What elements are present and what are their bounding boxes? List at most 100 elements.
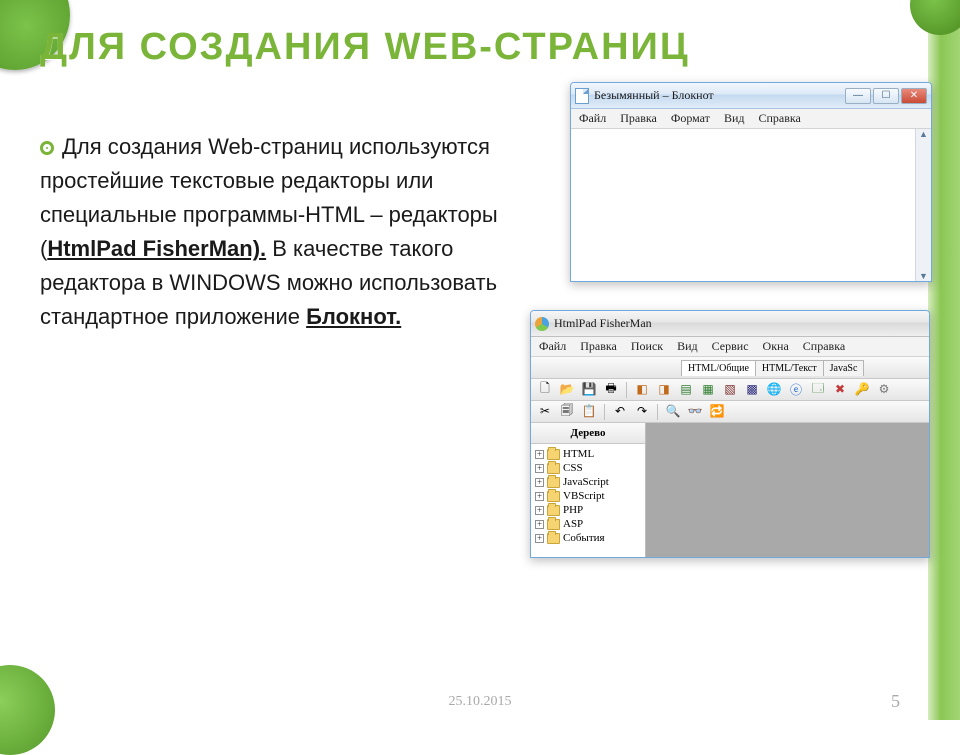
tool-icon[interactable]: ▤ bbox=[676, 381, 696, 399]
tree-label: JavaScript bbox=[563, 476, 609, 488]
tool-icon[interactable]: 🗔 bbox=[808, 381, 828, 399]
expand-icon[interactable]: + bbox=[535, 464, 544, 473]
menu-item[interactable]: Вид bbox=[677, 339, 698, 354]
folder-icon bbox=[547, 533, 560, 544]
undo-icon[interactable]: ↶ bbox=[610, 403, 630, 421]
menu-item[interactable]: Файл bbox=[539, 339, 566, 354]
save-icon[interactable]: 💾 bbox=[579, 381, 599, 399]
menu-item[interactable]: Окна bbox=[763, 339, 789, 354]
footer-page-number: 5 bbox=[891, 691, 900, 712]
tool-icon[interactable]: ▦ bbox=[698, 381, 718, 399]
tab[interactable]: HTML/Общие bbox=[681, 360, 756, 376]
tree-item[interactable]: + VBScript bbox=[535, 489, 641, 503]
open-file-icon[interactable]: 📂 bbox=[557, 381, 577, 399]
binoculars-icon[interactable]: 👓 bbox=[685, 403, 705, 421]
tool-icon[interactable]: ▩ bbox=[742, 381, 762, 399]
htmlpad-menubar: Файл Правка Поиск Вид Сервис Окна Справк… bbox=[531, 337, 929, 357]
close-button[interactable]: ✕ bbox=[901, 88, 927, 104]
globe-icon[interactable]: 🌐 bbox=[764, 381, 784, 399]
htmlpad-toolbar-2: ✂ 🗐 📋 ↶ ↷ 🔍 👓 🔁 bbox=[531, 401, 929, 423]
menu-item[interactable]: Сервис bbox=[712, 339, 749, 354]
find-icon[interactable]: 🔍 bbox=[663, 403, 683, 421]
tree-label: CSS bbox=[563, 462, 583, 474]
htmlpad-title-text: HtmlPad FisherMan bbox=[554, 316, 925, 331]
app-icon bbox=[535, 317, 549, 331]
editor-pane[interactable] bbox=[646, 423, 929, 557]
tree-title: Дерево bbox=[531, 423, 645, 444]
maximize-button[interactable]: ☐ bbox=[873, 88, 899, 104]
tree-item[interactable]: + CSS bbox=[535, 461, 641, 475]
htmlpad-toolbar-1: 🗋 📂 💾 🖶 ◧ ◨ ▤ ▦ ▧ ▩ 🌐 ⓔ 🗔 ✖ 🔑 ⚙ bbox=[531, 379, 929, 401]
expand-icon[interactable]: + bbox=[535, 478, 544, 487]
tab[interactable]: HTML/Текст bbox=[755, 360, 824, 376]
folder-icon bbox=[547, 477, 560, 488]
tree-item[interactable]: + События bbox=[535, 531, 641, 545]
tool-icon[interactable]: ▧ bbox=[720, 381, 740, 399]
expand-icon[interactable]: + bbox=[535, 506, 544, 515]
new-file-icon[interactable]: 🗋 bbox=[535, 381, 555, 399]
notepad-titlebar[interactable]: Безымянный – Блокнот — ☐ ✕ bbox=[571, 83, 931, 109]
document-icon bbox=[575, 88, 589, 104]
copy-icon[interactable]: 🗐 bbox=[557, 403, 577, 421]
menu-item[interactable]: Вид bbox=[724, 111, 745, 126]
tab[interactable]: JavaSc bbox=[823, 360, 865, 376]
slide-body: Для создания Web-страниц используются пр… bbox=[40, 130, 520, 335]
tree-item[interactable]: + ASP bbox=[535, 517, 641, 531]
body-link-htmlpad: HtmlPad FisherMan). bbox=[47, 236, 266, 261]
tree-label: VBScript bbox=[563, 490, 605, 502]
separator bbox=[657, 404, 658, 420]
htmlpad-titlebar[interactable]: HtmlPad FisherMan bbox=[531, 311, 929, 337]
notepad-window: Безымянный – Блокнот — ☐ ✕ Файл Правка Ф… bbox=[570, 82, 932, 282]
notepad-title-text: Безымянный – Блокнот bbox=[594, 88, 845, 103]
menu-item[interactable]: Справка bbox=[758, 111, 800, 126]
tool-icon[interactable]: ✖ bbox=[830, 381, 850, 399]
folder-icon bbox=[547, 491, 560, 502]
folder-icon bbox=[547, 519, 560, 530]
bullet-icon bbox=[40, 141, 54, 155]
htmlpad-tabstrip: HTML/Общие HTML/Текст JavaSc bbox=[531, 357, 929, 379]
ie-icon[interactable]: ⓔ bbox=[786, 381, 806, 399]
notepad-menubar: Файл Правка Формат Вид Справка bbox=[571, 109, 931, 129]
expand-icon[interactable]: + bbox=[535, 520, 544, 529]
body-link-notepad: Блокнот. bbox=[306, 304, 401, 329]
menu-item[interactable]: Формат bbox=[671, 111, 710, 126]
folder-icon bbox=[547, 505, 560, 516]
paste-icon[interactable]: 📋 bbox=[579, 403, 599, 421]
redo-icon[interactable]: ↷ bbox=[632, 403, 652, 421]
expand-icon[interactable]: + bbox=[535, 492, 544, 501]
key-icon[interactable]: 🔑 bbox=[852, 381, 872, 399]
cut-icon[interactable]: ✂ bbox=[535, 403, 555, 421]
tool-icon[interactable]: ⚙ bbox=[874, 381, 894, 399]
notepad-textarea[interactable] bbox=[571, 129, 931, 281]
menu-item[interactable]: Правка bbox=[620, 111, 657, 126]
tree-pane: Дерево + HTML + CSS + JavaScript + VBScript … bbox=[531, 423, 646, 557]
decor-right-band bbox=[928, 0, 960, 720]
save-all-icon[interactable]: 🖶 bbox=[601, 381, 621, 399]
menu-item[interactable]: Файл bbox=[579, 111, 606, 126]
tree-item[interactable]: + JavaScript bbox=[535, 475, 641, 489]
separator bbox=[626, 382, 627, 398]
expand-icon[interactable]: + bbox=[535, 534, 544, 543]
folder-icon bbox=[547, 449, 560, 460]
tree-item[interactable]: + HTML bbox=[535, 447, 641, 461]
expand-icon[interactable]: + bbox=[535, 450, 544, 459]
separator bbox=[604, 404, 605, 420]
replace-icon[interactable]: 🔁 bbox=[707, 403, 727, 421]
minimize-button[interactable]: — bbox=[845, 88, 871, 104]
slide-title: ДЛЯ СОЗДАНИЯ WEB-СТРАНИЦ bbox=[40, 26, 690, 69]
tree-label: События bbox=[563, 532, 605, 544]
menu-item[interactable]: Справка bbox=[803, 339, 845, 354]
tree-label: PHP bbox=[563, 504, 583, 516]
decor-corner-bottom-left bbox=[0, 665, 55, 755]
menu-item[interactable]: Поиск bbox=[631, 339, 663, 354]
footer-date: 25.10.2015 bbox=[449, 694, 512, 710]
tool-icon[interactable]: ◨ bbox=[654, 381, 674, 399]
tool-icon[interactable]: ◧ bbox=[632, 381, 652, 399]
tree-label: ASP bbox=[563, 518, 583, 530]
tree-list: + HTML + CSS + JavaScript + VBScript + PHP + A… bbox=[531, 444, 645, 548]
folder-icon bbox=[547, 463, 560, 474]
tree-label: HTML bbox=[563, 448, 594, 460]
menu-item[interactable]: Правка bbox=[580, 339, 617, 354]
scrollbar[interactable] bbox=[915, 129, 931, 281]
tree-item[interactable]: + PHP bbox=[535, 503, 641, 517]
